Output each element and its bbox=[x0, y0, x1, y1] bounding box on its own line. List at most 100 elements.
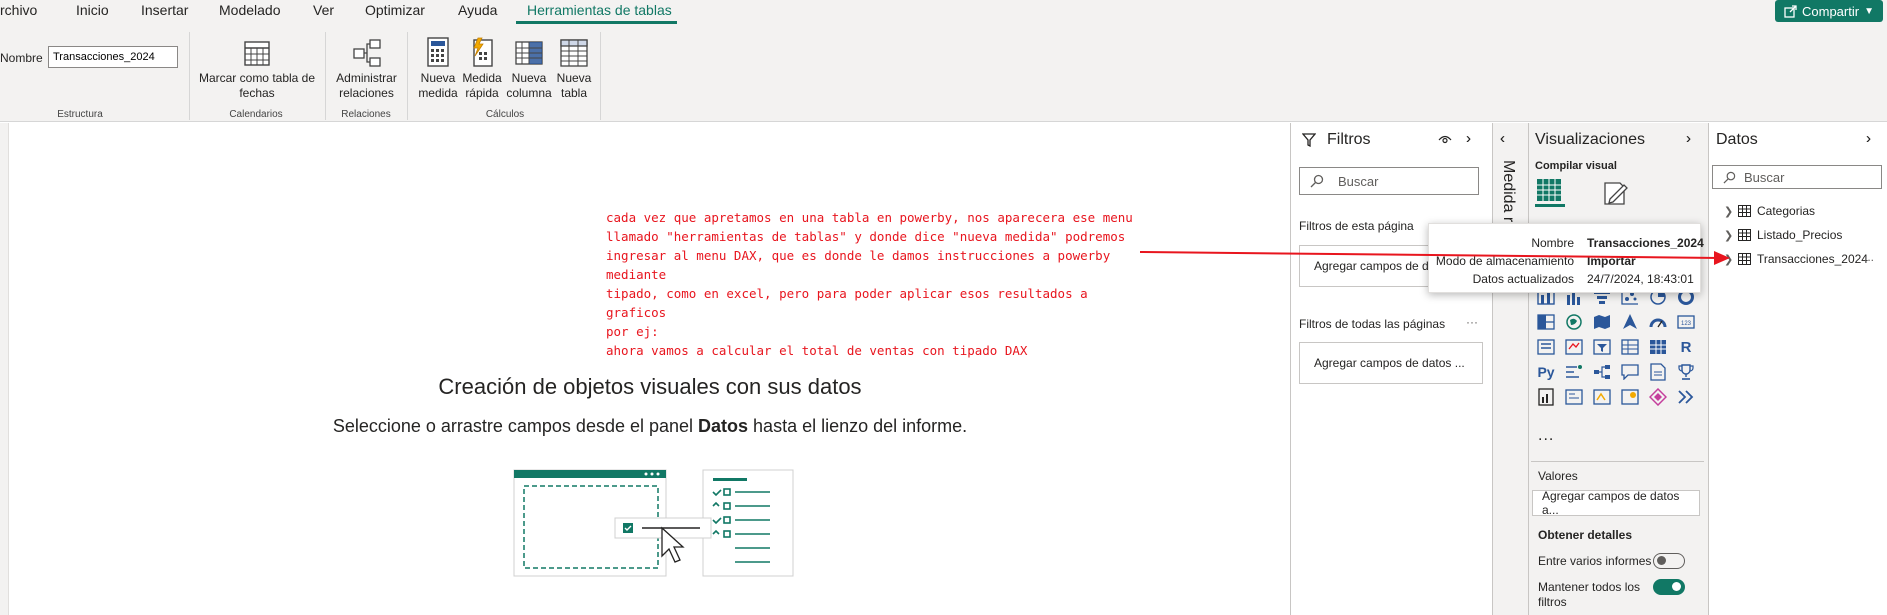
chevron-right-icon: ❯ bbox=[1724, 229, 1734, 242]
menu-inicio[interactable]: Inicio bbox=[76, 2, 109, 18]
menu-modelado[interactable]: Modelado bbox=[219, 2, 281, 18]
quick-measure-icon bbox=[473, 37, 493, 67]
mark-date-table-button[interactable]: Marcar como tabla de fechas bbox=[196, 38, 318, 101]
menu-ayuda[interactable]: Ayuda bbox=[458, 2, 497, 18]
menu-optimizar[interactable]: Optimizar bbox=[365, 2, 425, 18]
annotation-text: cada vez que apretamos en una tabla en p… bbox=[606, 210, 1133, 358]
filters-all-pages-drop[interactable]: Agregar campos de datos ... bbox=[1299, 342, 1483, 384]
trophy-icon[interactable] bbox=[1676, 362, 1696, 382]
new-column-label: Nueva columna bbox=[506, 71, 552, 100]
calendar-icon bbox=[244, 41, 270, 66]
svg-text:123: 123 bbox=[1681, 321, 1692, 327]
collapsed-pane-label: Medida r bbox=[1500, 160, 1517, 223]
keep-filters-toggle[interactable] bbox=[1653, 579, 1685, 595]
new-table-icon bbox=[560, 39, 588, 67]
new-column-icon bbox=[515, 41, 543, 65]
share-button[interactable]: Compartir ▼ bbox=[1775, 0, 1883, 22]
filters-title: Filtros bbox=[1327, 131, 1371, 148]
power-automate-icon[interactable] bbox=[1592, 387, 1612, 407]
power-apps-icon[interactable] bbox=[1564, 387, 1584, 407]
table-more-options-icon[interactable]: ... bbox=[1864, 250, 1874, 264]
group-label-relaciones: Relaciones bbox=[341, 109, 391, 120]
ribbon: Nombre Estructura Marcar como tabla de f… bbox=[0, 24, 1887, 122]
ribbon-divider bbox=[189, 32, 190, 120]
diamond-visual-icon[interactable] bbox=[1648, 387, 1668, 407]
eye-icon[interactable] bbox=[1438, 134, 1452, 146]
menu-ver[interactable]: Ver bbox=[313, 2, 334, 18]
cross-report-label: Entre varios informes bbox=[1538, 554, 1652, 568]
chevron-down-icon: ▼ bbox=[1864, 5, 1874, 17]
table-tooltip: Nombre Transacciones_2024 Modo de almace… bbox=[1428, 223, 1704, 293]
share-icon bbox=[1784, 4, 1797, 18]
treemap-icon[interactable] bbox=[1536, 312, 1556, 332]
tooltip-key: Modo de almacenamiento bbox=[1435, 254, 1574, 268]
kpi-icon[interactable] bbox=[1564, 337, 1584, 357]
paginated-report-icon[interactable] bbox=[1536, 387, 1556, 407]
filled-map-icon[interactable] bbox=[1592, 312, 1612, 332]
group-label-calculos: Cálculos bbox=[485, 109, 525, 120]
relationships-icon bbox=[352, 39, 381, 67]
filters-search-placeholder: Buscar bbox=[1338, 173, 1379, 189]
pane-divider bbox=[1531, 461, 1704, 462]
ribbon-divider bbox=[600, 32, 601, 120]
build-visual-tab[interactable] bbox=[1535, 177, 1565, 207]
new-table-button[interactable]: Nueva tabla bbox=[553, 36, 595, 101]
more-visuals-icon[interactable]: ... bbox=[1538, 427, 1554, 445]
menu-herramientas-de-tablas[interactable]: Herramientas de tablas bbox=[527, 2, 672, 18]
menu-archivo[interactable]: rchivo bbox=[0, 2, 37, 18]
filters-this-page-label: Filtros de esta página bbox=[1299, 219, 1414, 233]
canvas-illustration bbox=[513, 469, 794, 577]
filters-search-input[interactable]: Buscar bbox=[1299, 167, 1479, 195]
key-influencers-icon[interactable] bbox=[1564, 362, 1584, 382]
new-measure-button[interactable]: Nueva medida bbox=[414, 36, 462, 101]
metrics-icon[interactable] bbox=[1620, 387, 1640, 407]
group-label-estructura: Estructura bbox=[57, 109, 103, 120]
multi-row-card-icon[interactable] bbox=[1536, 337, 1556, 357]
table-name-input[interactable] bbox=[48, 46, 178, 68]
decomposition-tree-icon[interactable] bbox=[1592, 362, 1612, 382]
r-visual-icon[interactable]: R bbox=[1676, 337, 1696, 357]
quick-measure-button[interactable]: Medida rápida bbox=[460, 36, 504, 101]
tooltip-value: Importar bbox=[1587, 254, 1636, 268]
table-item-transacciones-2024[interactable]: ❯ Transacciones_2024 bbox=[1724, 252, 1868, 266]
toggle-knob bbox=[1657, 556, 1666, 565]
chevron-right-icon: ❯ bbox=[1724, 253, 1734, 266]
data-search-input[interactable]: Buscar bbox=[1712, 165, 1882, 189]
format-visual-icon[interactable] bbox=[1602, 179, 1630, 207]
table-visual-icon[interactable] bbox=[1620, 337, 1640, 357]
python-visual-icon[interactable]: Py bbox=[1536, 362, 1556, 382]
build-visual-icon bbox=[1537, 179, 1561, 201]
mark-date-table-label: Marcar como tabla de fechas bbox=[198, 71, 316, 100]
canvas-empty-title: Creación de objetos visuales con sus dat… bbox=[438, 374, 862, 399]
azure-map-icon[interactable] bbox=[1620, 312, 1640, 332]
cross-report-toggle[interactable] bbox=[1653, 553, 1685, 569]
gauge-icon[interactable] bbox=[1648, 312, 1668, 332]
table-item-categorias[interactable]: ❯ Categorias bbox=[1724, 204, 1815, 218]
table-item-listado-precios[interactable]: ❯ Listado_Precios bbox=[1724, 228, 1842, 242]
manage-relationships-button[interactable]: Administrar relaciones bbox=[330, 38, 403, 101]
map-icon[interactable] bbox=[1564, 312, 1584, 332]
canvas-subtitle-part-1: Seleccione o arrastre campos desde el pa… bbox=[332, 416, 699, 436]
search-icon bbox=[1310, 174, 1324, 188]
filters-all-pages-label: Filtros de todas las páginas bbox=[1299, 317, 1446, 331]
canvas-subtitle-bold: Datos bbox=[698, 416, 749, 436]
new-column-button[interactable]: Nueva columna bbox=[505, 36, 553, 101]
values-drop[interactable]: Agregar campos de datos a... bbox=[1532, 489, 1700, 517]
canvas-gutter bbox=[0, 123, 8, 615]
calculator-icon bbox=[427, 37, 449, 67]
slicer-icon[interactable] bbox=[1592, 337, 1612, 357]
qa-visual-icon[interactable] bbox=[1620, 362, 1640, 382]
card-icon[interactable]: 123 bbox=[1676, 312, 1696, 332]
filter-icon bbox=[1302, 133, 1316, 147]
group-label-calendarios: Calendarios bbox=[229, 109, 283, 120]
name-label: Nombre bbox=[0, 51, 43, 65]
smart-narrative-icon[interactable] bbox=[1648, 362, 1668, 382]
ribbon-divider bbox=[407, 32, 408, 120]
drillthrough-label: Obtener detalles bbox=[1538, 528, 1633, 542]
menu-insertar[interactable]: Insertar bbox=[141, 2, 188, 18]
matrix-icon[interactable] bbox=[1648, 337, 1668, 357]
chevron-visual-icon[interactable] bbox=[1676, 387, 1696, 407]
table-icon bbox=[1738, 253, 1751, 265]
more-options-icon[interactable]: ··· bbox=[1466, 315, 1478, 329]
chevron-right-icon: ❯ bbox=[1724, 205, 1734, 218]
